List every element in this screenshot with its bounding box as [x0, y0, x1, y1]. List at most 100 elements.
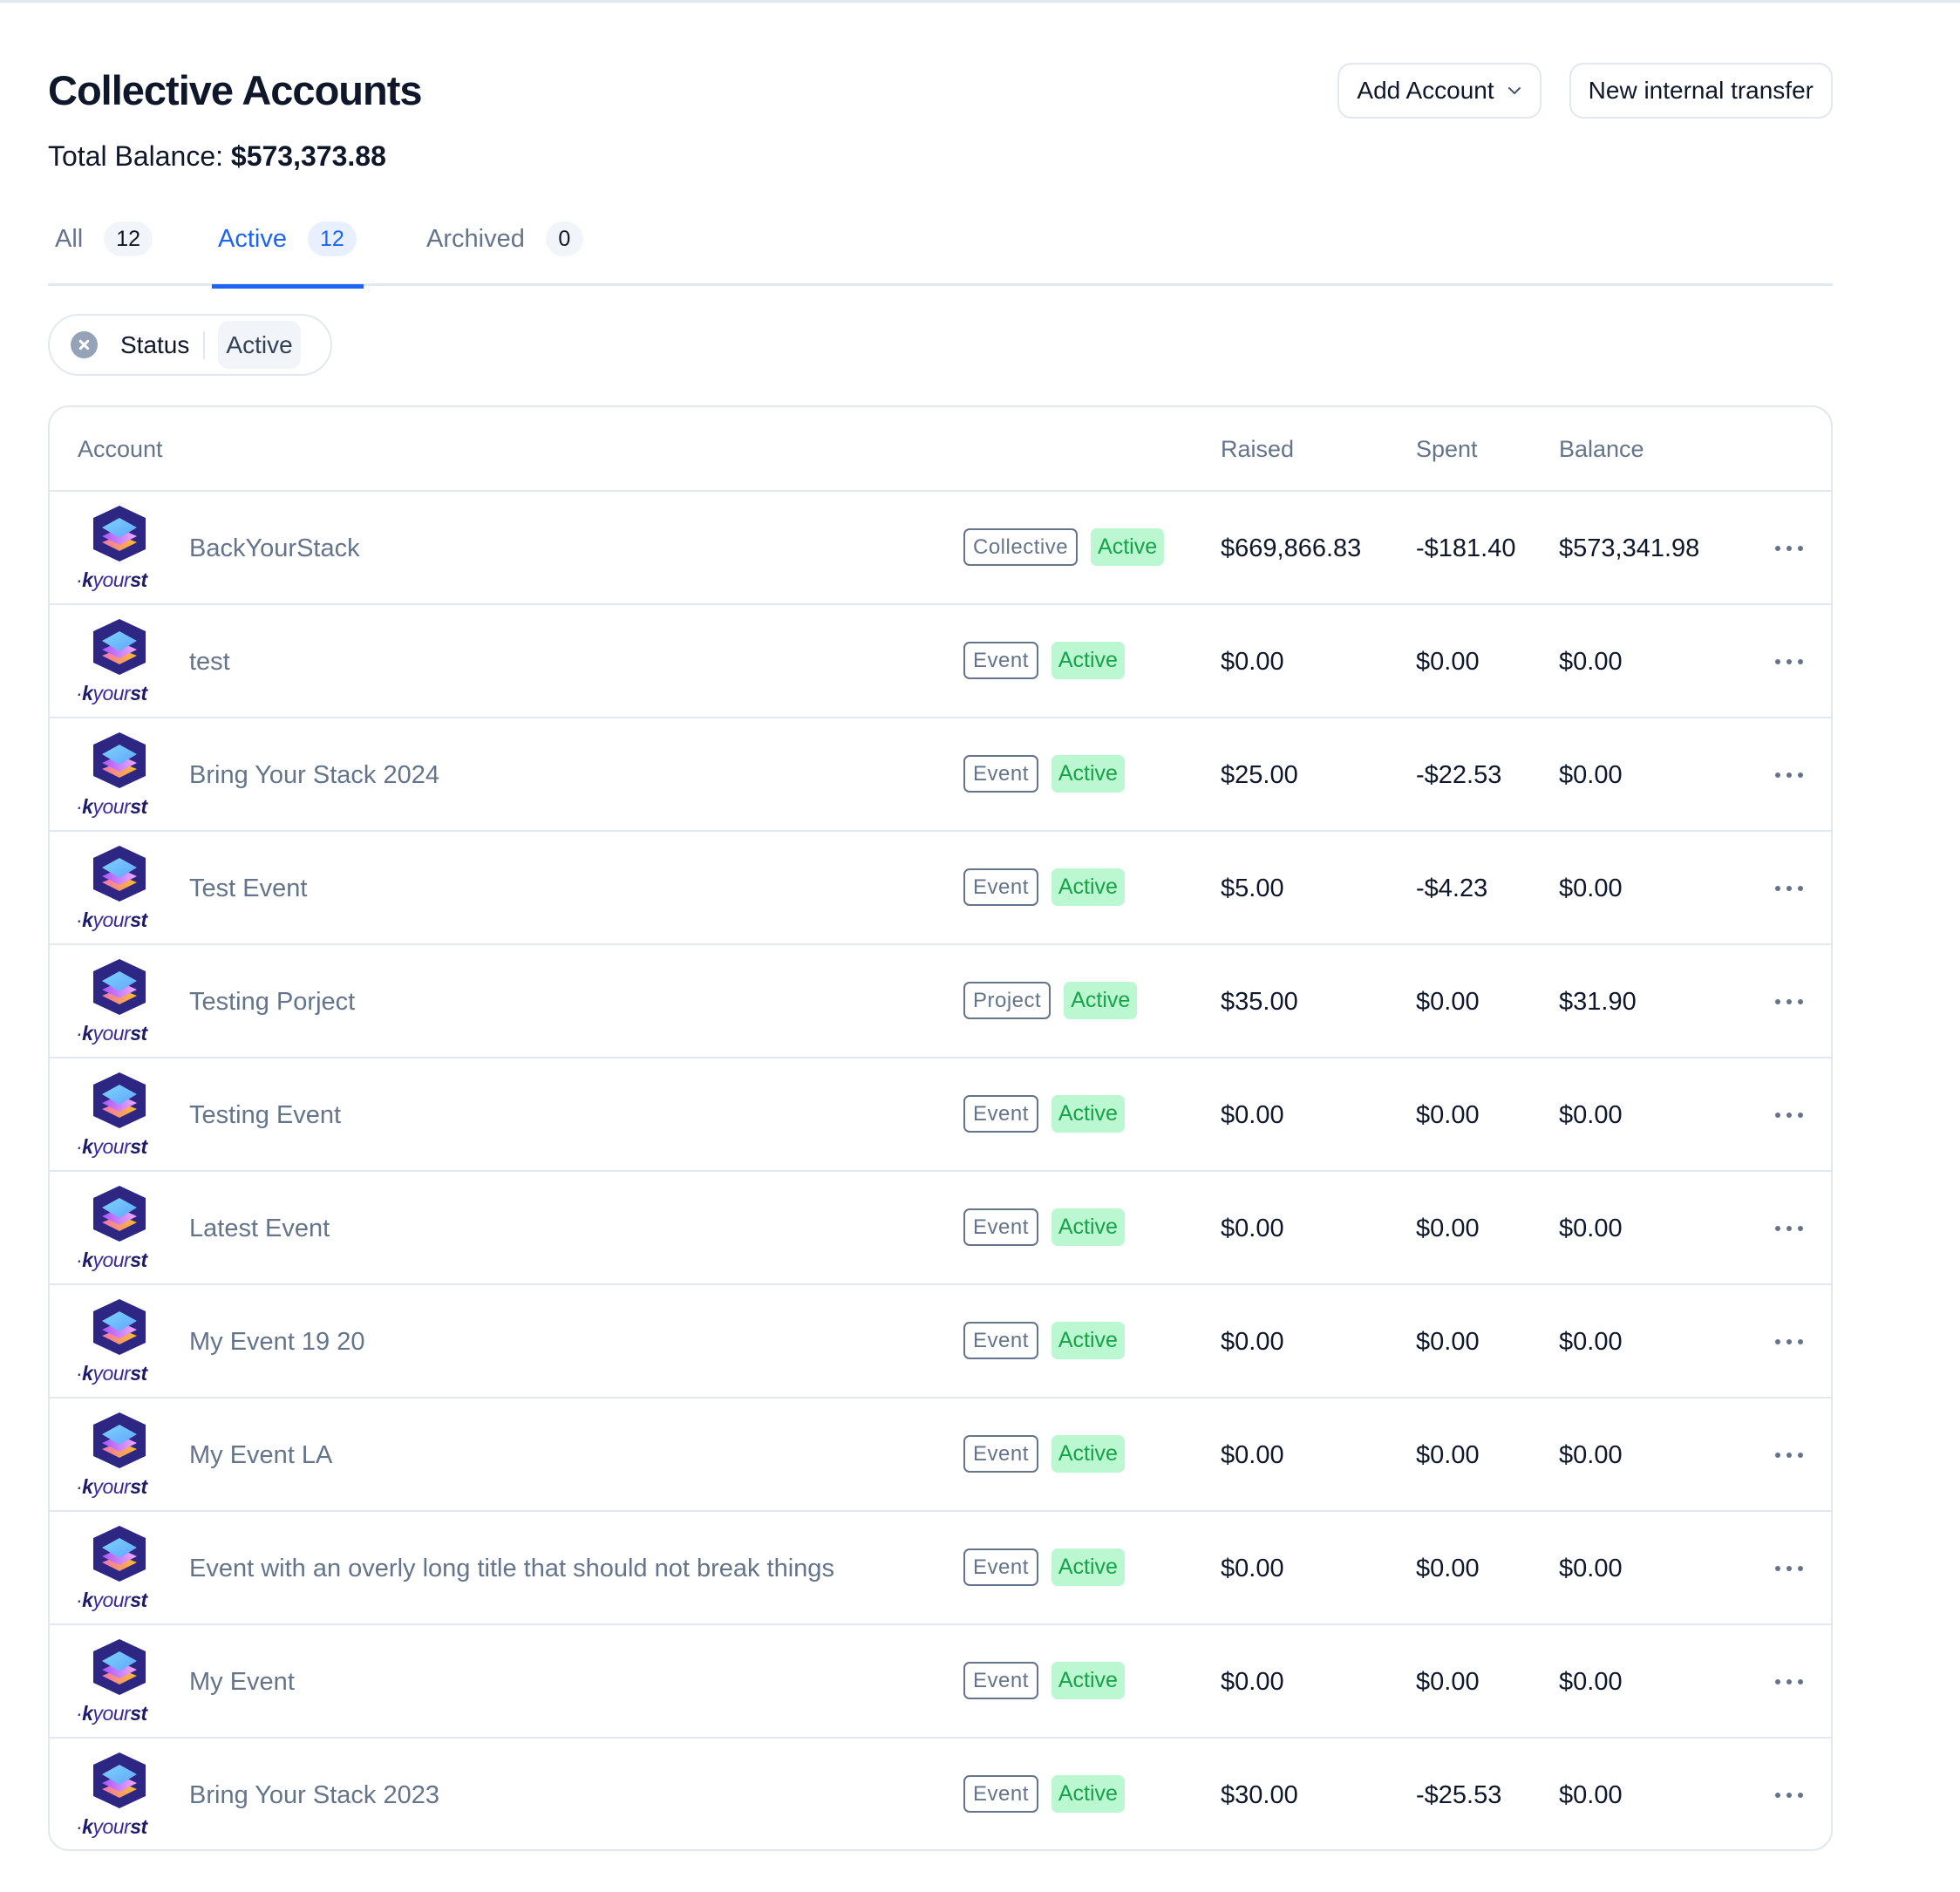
- stack-logo-icon: [93, 619, 146, 675]
- spent-amount: -$22.53: [1416, 761, 1502, 789]
- avatar-logo-text: ·kyourst: [76, 1249, 147, 1271]
- table-row[interactable]: ·kyourst My Event Event Active $0.00 $0.…: [50, 1625, 1831, 1739]
- account-name[interactable]: My Event LA: [189, 1439, 332, 1472]
- total-balance-value: $573,373.88: [230, 140, 386, 172]
- account-badges: Event Active: [963, 1548, 1125, 1586]
- filter-value[interactable]: Active: [218, 321, 301, 369]
- more-horizontal-icon[interactable]: [1772, 762, 1807, 788]
- spent-amount: $0.00: [1416, 1328, 1480, 1356]
- spent-amount: $0.00: [1416, 1215, 1480, 1242]
- raised-amount: $0.00: [1221, 1215, 1284, 1242]
- account-avatar: ·kyourst: [76, 957, 163, 1048]
- account-name[interactable]: BackYourStack: [189, 532, 360, 565]
- status-badge: Active: [1051, 755, 1125, 793]
- more-horizontal-icon[interactable]: [1772, 875, 1807, 902]
- spent-amount: -$25.53: [1416, 1781, 1502, 1809]
- filter-separator: [203, 330, 206, 359]
- more-horizontal-icon[interactable]: [1772, 649, 1807, 675]
- account-name[interactable]: test: [189, 645, 230, 678]
- spent-amount: $0.00: [1416, 988, 1480, 1016]
- account-badges: Event Active: [963, 1322, 1125, 1359]
- account-avatar: ·kyourst: [76, 504, 163, 595]
- table-row[interactable]: ·kyourst Testing Event Event Active $0.0…: [50, 1058, 1831, 1172]
- tab-archived[interactable]: Archived 0: [426, 211, 583, 286]
- more-horizontal-icon[interactable]: [1772, 1102, 1807, 1128]
- balance-amount: $0.00: [1559, 1215, 1623, 1242]
- more-horizontal-icon[interactable]: [1772, 1669, 1807, 1695]
- account-avatar: ·kyourst: [76, 1297, 163, 1388]
- account-name[interactable]: Bring Your Stack 2023: [189, 1779, 439, 1812]
- avatar-logo-text: ·kyourst: [76, 1135, 147, 1158]
- spent-amount: $0.00: [1416, 1668, 1480, 1696]
- account-name[interactable]: Test Event: [189, 872, 307, 905]
- table-row[interactable]: ·kyourst test Event Active $0.00 $0.00 $…: [50, 605, 1831, 718]
- status-badge: Active: [1091, 528, 1165, 566]
- column-header-raised: Raised: [1221, 436, 1295, 462]
- tab-all[interactable]: All 12: [55, 211, 153, 286]
- account-avatar: ·kyourst: [76, 1637, 163, 1728]
- account-name[interactable]: Event with an overly long title that sho…: [189, 1552, 834, 1585]
- account-avatar: ·kyourst: [76, 844, 163, 935]
- page-header: Collective Accounts Add Account New inte…: [48, 63, 1833, 119]
- status-badge: Active: [1051, 1095, 1125, 1133]
- table-row[interactable]: ·kyourst My Event LA Event Active $0.00 …: [50, 1399, 1831, 1512]
- table-row[interactable]: ·kyourst My Event 19 20 Event Active $0.…: [50, 1285, 1831, 1399]
- account-avatar: ·kyourst: [76, 1071, 163, 1161]
- accounts-table: Account Raised Spent Balance ·kyourst Ba…: [48, 405, 1833, 1851]
- table-row[interactable]: ·kyourst Event with an overly long title…: [50, 1512, 1831, 1625]
- table-row[interactable]: ·kyourst Testing Porject Project Active …: [50, 945, 1831, 1058]
- avatar-logo-text: ·kyourst: [76, 1589, 147, 1611]
- avatar-logo-text: ·kyourst: [76, 795, 147, 818]
- account-badges: Event Active: [963, 1435, 1125, 1473]
- status-badge: Active: [1051, 1775, 1125, 1813]
- account-badges: Event Active: [963, 1208, 1125, 1246]
- stack-logo-icon: [93, 1299, 146, 1355]
- status-badge: Active: [1051, 868, 1125, 906]
- table-row[interactable]: ·kyourst Bring Your Stack 2023 Event Act…: [50, 1739, 1831, 1849]
- account-avatar: ·kyourst: [76, 1184, 163, 1275]
- table-row[interactable]: ·kyourst Bring Your Stack 2024 Event Act…: [50, 718, 1831, 832]
- stack-logo-icon: [93, 1639, 146, 1695]
- avatar-logo-text: ·kyourst: [76, 909, 147, 931]
- more-horizontal-icon[interactable]: [1772, 1329, 1807, 1355]
- more-horizontal-icon[interactable]: [1772, 989, 1807, 1015]
- remove-filter-icon[interactable]: [71, 331, 98, 358]
- more-horizontal-icon[interactable]: [1772, 535, 1807, 561]
- stack-logo-icon: [93, 732, 146, 788]
- column-header-spent: Spent: [1416, 436, 1478, 462]
- account-type-badge: Event: [963, 642, 1038, 679]
- total-balance: Total Balance: $573,373.88: [48, 138, 386, 174]
- add-account-button[interactable]: Add Account: [1337, 63, 1541, 119]
- column-header-balance: Balance: [1559, 436, 1644, 462]
- table-row[interactable]: ·kyourst Test Event Event Active $5.00 -…: [50, 832, 1831, 945]
- account-name[interactable]: Bring Your Stack 2024: [189, 759, 439, 792]
- balance-amount: $0.00: [1559, 1668, 1623, 1696]
- account-type-badge: Project: [963, 982, 1051, 1019]
- account-name[interactable]: My Event 19 20: [189, 1325, 365, 1358]
- account-name[interactable]: Testing Event: [189, 1099, 341, 1132]
- tab-archived-count: 0: [545, 221, 583, 256]
- tab-active-label: Active: [218, 225, 287, 253]
- account-type-badge: Event: [963, 1775, 1038, 1813]
- tab-active-count: 12: [307, 221, 357, 256]
- tab-archived-label: Archived: [426, 225, 525, 253]
- new-internal-transfer-button[interactable]: New internal transfer: [1569, 63, 1833, 119]
- table-row[interactable]: ·kyourst Latest Event Event Active $0.00…: [50, 1172, 1831, 1285]
- account-name[interactable]: Testing Porject: [189, 985, 355, 1018]
- raised-amount: $0.00: [1221, 1668, 1284, 1696]
- more-horizontal-icon[interactable]: [1772, 1442, 1807, 1468]
- raised-amount: $0.00: [1221, 648, 1284, 676]
- account-avatar: ·kyourst: [76, 617, 163, 708]
- account-name[interactable]: My Event: [189, 1665, 295, 1698]
- more-horizontal-icon[interactable]: [1772, 1555, 1807, 1582]
- more-horizontal-icon[interactable]: [1772, 1782, 1807, 1808]
- more-horizontal-icon[interactable]: [1772, 1215, 1807, 1242]
- avatar-logo-text: ·kyourst: [76, 1475, 147, 1498]
- table-row[interactable]: ·kyourst BackYourStack Collective Active…: [50, 492, 1831, 605]
- tab-active[interactable]: Active 12: [212, 211, 364, 289]
- account-type-badge: Event: [963, 868, 1038, 906]
- account-type-badge: Collective: [963, 528, 1079, 566]
- account-type-badge: Event: [963, 1322, 1038, 1359]
- account-badges: Collective Active: [963, 528, 1165, 566]
- account-name[interactable]: Latest Event: [189, 1212, 330, 1245]
